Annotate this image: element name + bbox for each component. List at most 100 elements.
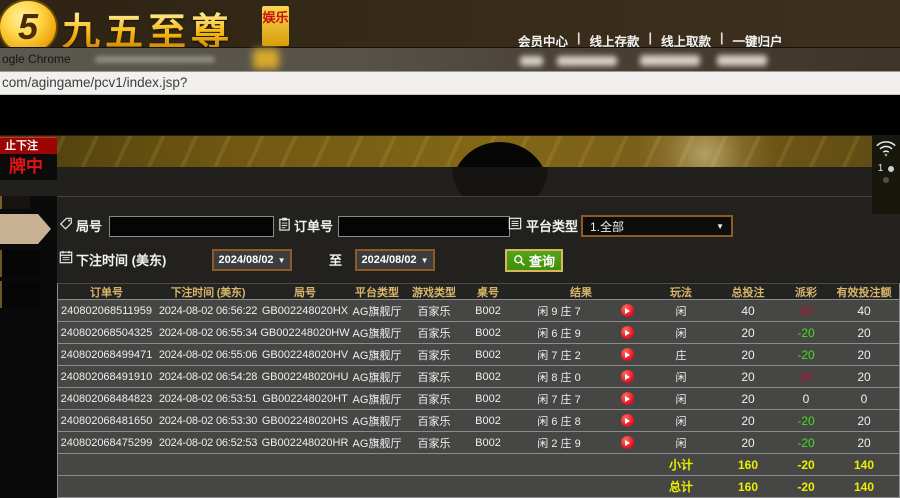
play-triangle xyxy=(625,418,630,424)
quality-dot-icon xyxy=(883,177,889,183)
play-video-icon[interactable] xyxy=(621,370,634,383)
column-header: 结果 xyxy=(513,284,649,299)
top-header-band: 5 九五至尊 娱乐 会员中心|线上存款|线上取款|一键归户 xyxy=(0,0,900,47)
play-video-icon[interactable] xyxy=(605,366,649,387)
cell-order_no: 240802068475299 xyxy=(58,432,155,453)
sidebar-menu-item-active[interactable] xyxy=(0,214,38,244)
column-header: 平台类型 xyxy=(349,284,405,299)
cell-platform: AG旗舰厅 xyxy=(349,344,405,365)
dealer-silhouette xyxy=(452,142,548,168)
cell-total_bet: 20 xyxy=(713,322,783,343)
summary-blank xyxy=(58,476,649,497)
cell-bet_time: 2024-08-02 06:56:22 xyxy=(155,300,261,321)
cell-valid_bet: 40 xyxy=(829,300,899,321)
cell-table_no: B002 xyxy=(463,366,513,387)
table-row: 2408020684994712024-08-02 06:55:06GB0022… xyxy=(58,344,899,366)
cell-result: 闲 2 庄 9 xyxy=(513,432,605,453)
blurred-account-info xyxy=(557,56,617,66)
summary-row: 总计160-20140 xyxy=(58,476,899,497)
cell-result: 闲 9 庄 7 xyxy=(513,300,605,321)
play-video-icon[interactable] xyxy=(621,392,634,405)
date-to-select[interactable]: 2024/08/02 ▼ xyxy=(355,249,435,271)
cell-payout: -20 xyxy=(783,322,829,343)
column-header: 订单号 xyxy=(58,284,155,299)
date-from-select[interactable]: 2024/08/02 ▼ xyxy=(212,249,292,271)
play-video-icon[interactable] xyxy=(605,410,649,431)
play-triangle xyxy=(625,440,630,446)
cell-table_no: B002 xyxy=(463,432,513,453)
date-from-value: 2024/08/02 xyxy=(219,254,274,266)
order-no-input[interactable] xyxy=(338,216,510,237)
brand-badge-text: 娱乐 xyxy=(262,10,288,25)
blurred-gold-badge xyxy=(253,49,279,69)
column-header: 局号 xyxy=(261,284,349,299)
cell-game_no: GB002248020HX xyxy=(261,300,349,321)
cell-table_no: B002 xyxy=(463,344,513,365)
cell-total_bet: 40 xyxy=(713,300,783,321)
sidebar-menu-item[interactable] xyxy=(0,281,40,308)
play-video-icon[interactable] xyxy=(621,326,634,339)
cell-game_no: GB002248020HU xyxy=(261,366,349,387)
cell-valid_bet: 20 xyxy=(829,366,899,387)
game-no-input[interactable] xyxy=(109,216,274,237)
query-button-label: 查询 xyxy=(529,251,555,270)
cell-platform: AG旗舰厅 xyxy=(349,410,405,431)
platform-type-value: 1.全部 xyxy=(590,218,716,235)
play-video-icon[interactable] xyxy=(605,432,649,453)
bet-records-table: 订单号下注时间 (美东)局号平台类型游戏类型桌号结果玩法总投注派彩有效投注额 2… xyxy=(57,283,900,498)
play-video-icon[interactable] xyxy=(605,322,649,343)
cell-valid_bet: 0 xyxy=(829,388,899,409)
cell-valid_bet: 20 xyxy=(829,344,899,365)
cell-bet_time: 2024-08-02 06:55:06 xyxy=(155,344,261,365)
sidebar-menu-item[interactable] xyxy=(0,250,40,277)
column-header: 桌号 xyxy=(463,284,513,299)
play-video-icon[interactable] xyxy=(605,300,649,321)
table-row: 2408020684752992024-08-02 06:52:53GB0022… xyxy=(58,432,899,454)
left-sidebar xyxy=(0,196,57,490)
table-row: 2408020685043252024-08-02 06:55:34GB0022… xyxy=(58,322,899,344)
stream-quality-label: 1 xyxy=(878,163,884,174)
play-video-icon[interactable] xyxy=(605,344,649,365)
column-header: 玩法 xyxy=(649,284,713,299)
bet-time-label: 下注时间 (美东) xyxy=(76,250,166,269)
cell-order_no: 240802068491910 xyxy=(58,366,155,387)
play-video-icon[interactable] xyxy=(605,388,649,409)
column-header: 游戏类型 xyxy=(405,284,463,299)
play-video-icon[interactable] xyxy=(621,414,634,427)
cell-game_no: GB002248020HT xyxy=(261,388,349,409)
cell-play: 闲 xyxy=(649,410,713,431)
play-video-icon[interactable] xyxy=(621,436,634,449)
cell-valid_bet: 20 xyxy=(829,432,899,453)
cell-total_bet: 20 xyxy=(713,432,783,453)
cell-table_no: B002 xyxy=(463,300,513,321)
cell-game_no: GB002248020HV xyxy=(261,344,349,365)
play-video-icon[interactable] xyxy=(621,348,634,361)
blurred-account-info xyxy=(520,56,543,66)
platform-type-select[interactable]: 1.全部 ▼ xyxy=(581,215,733,237)
table-row: 2408020685119592024-08-02 06:56:22GB0022… xyxy=(58,300,899,322)
play-video-icon[interactable] xyxy=(621,304,634,317)
address-bar-url: com/agingame/pcv1/index.jsp? xyxy=(2,75,187,90)
cell-result: 闲 7 庄 7 xyxy=(513,388,605,409)
stream-quality-option[interactable]: 1 xyxy=(872,163,900,174)
cell-game_type: 百家乐 xyxy=(405,344,463,365)
cell-result: 闲 6 庄 8 xyxy=(513,410,605,431)
play-triangle xyxy=(625,396,630,402)
play-triangle xyxy=(625,308,630,314)
cell-game_type: 百家乐 xyxy=(405,432,463,453)
game-no-label: 局号 xyxy=(76,216,102,235)
summary-valid-bet: 140 xyxy=(829,476,899,497)
cell-game_no: GB002248020HR xyxy=(261,432,349,453)
tag-icon xyxy=(59,217,73,236)
chevron-down-icon: ▼ xyxy=(421,256,429,265)
cell-play: 闲 xyxy=(649,322,713,343)
cell-game_type: 百家乐 xyxy=(405,300,463,321)
cell-platform: AG旗舰厅 xyxy=(349,388,405,409)
stream-quality-option[interactable] xyxy=(872,177,900,183)
query-button[interactable]: 查询 xyxy=(505,249,563,272)
cell-play: 闲 xyxy=(649,432,713,453)
cell-result: 闲 8 庄 0 xyxy=(513,366,605,387)
search-filter-panel: 局号 订单号 平台类型 1.全部 ▼ 下注时间 (美东) 2024/08/02 … xyxy=(57,196,900,283)
sidebar-menu-item[interactable] xyxy=(0,196,30,209)
cell-payout: -20 xyxy=(783,432,829,453)
